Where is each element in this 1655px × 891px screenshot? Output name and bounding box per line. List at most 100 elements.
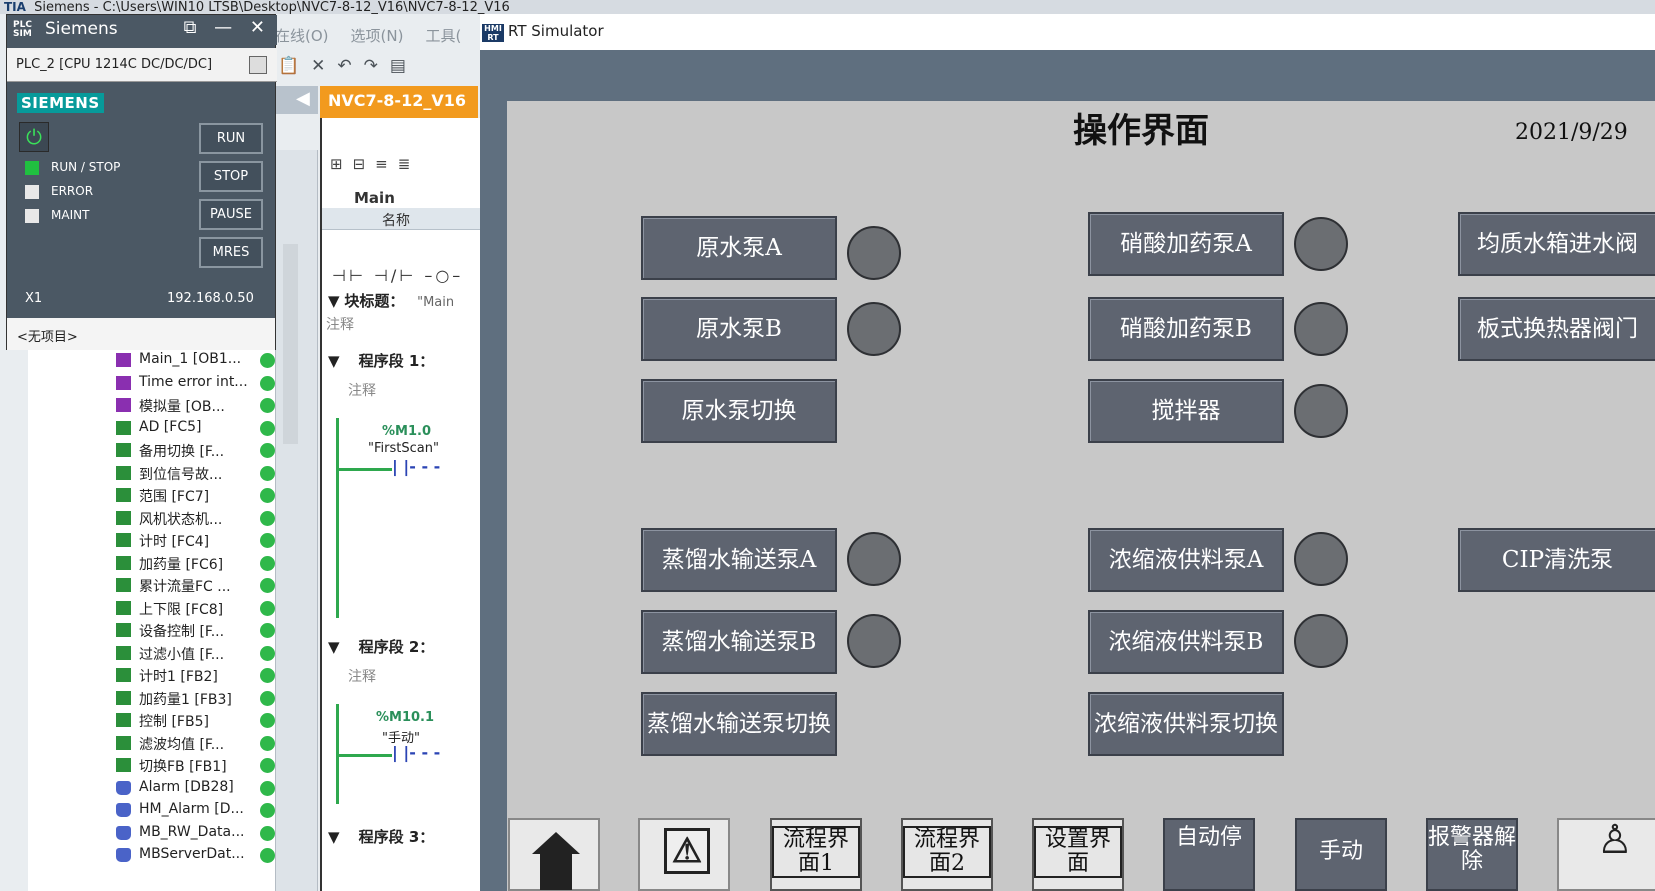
tree-item[interactable]: MBServerDat... — [28, 845, 276, 868]
flow-screen-2-button[interactable]: 流程界面2 — [901, 818, 993, 891]
manual-button[interactable]: 手动 — [1295, 818, 1387, 891]
tree-item[interactable]: Time error int... — [28, 373, 276, 396]
conc-pump-a-lamp — [1294, 532, 1348, 586]
tree-item[interactable]: 到位信号故... — [28, 463, 276, 486]
pause-button[interactable]: PAUSE — [199, 199, 263, 230]
conc-pump-b-lamp — [1294, 614, 1348, 668]
tree-item[interactable]: HM_Alarm [D... — [28, 800, 276, 823]
run-stop-led — [25, 161, 39, 175]
cip-pump-button[interactable]: CIP清洗泵 — [1458, 528, 1655, 592]
status-ok-icon — [260, 735, 275, 751]
tree-item[interactable]: 计时1 [FB2] — [28, 665, 276, 688]
plate-hx-valve-button[interactable]: 板式换热器阀门 — [1458, 297, 1655, 361]
insert-network-icon[interactable]: ⊞ — [330, 155, 343, 173]
org-block-icon — [116, 353, 131, 367]
tree-item[interactable]: MB_RW_Data... — [28, 823, 276, 846]
power-icon[interactable]: ⏻ — [19, 122, 49, 152]
tia-title-bar: TIA Siemens - C:\Users\WIN10 LTSB\Deskto… — [0, 0, 1655, 14]
auto-stop-button[interactable]: 自动停 — [1163, 818, 1255, 891]
user-button[interactable]: ♙ — [1557, 818, 1655, 891]
distilled-pump-b-button[interactable]: 蒸馏水输送泵B — [641, 610, 837, 674]
distilled-pump-switch-button[interactable]: 蒸馏水输送泵切换 — [641, 692, 837, 756]
tree-item[interactable]: Alarm [DB28] — [28, 778, 276, 801]
tree-item-label: Time error int... — [139, 373, 248, 390]
settings-screen-button[interactable]: 设置界面 — [1032, 818, 1124, 891]
menu-options[interactable]: 选项(N) — [351, 25, 404, 51]
menu-tools[interactable]: 工具( — [425, 25, 461, 51]
tree-item[interactable]: 累计流量FC ... — [28, 575, 276, 598]
chevron-left-icon[interactable]: ◀ — [296, 88, 310, 109]
tree-item[interactable]: 设备控制 [F... — [28, 620, 276, 643]
plcsim-device-row: PLC_2 [CPU 1214C DC/DC/DC] — [7, 48, 277, 82]
tree-item[interactable]: 滤波均值 [F... — [28, 733, 276, 756]
raw-pump-a-button[interactable]: 原水泵A — [641, 216, 837, 280]
interface-label: X1 — [25, 291, 43, 306]
tree-item[interactable]: 加药量1 [FB3] — [28, 688, 276, 711]
network-3-header[interactable]: ▼ 程序段 3： — [328, 826, 434, 847]
tree-item[interactable]: 切换FB [FB1] — [28, 755, 276, 778]
paste-icon[interactable]: 📋 — [278, 56, 299, 84]
alarm-view-button[interactable]: ⚠ — [638, 818, 730, 891]
tree-item[interactable]: 风机状态机... — [28, 508, 276, 531]
tree-item[interactable]: 范围 [FC7] — [28, 485, 276, 508]
conc-pump-a-button[interactable]: 浓缩液供料泵A — [1088, 528, 1284, 592]
tree-item[interactable]: 加药量 [FC6] — [28, 553, 276, 576]
raw-pump-switch-button[interactable]: 原水泵切换 — [641, 379, 837, 443]
status-ok-icon — [260, 533, 275, 548]
alarm-reset-button[interactable]: 报警器解除 — [1426, 818, 1518, 891]
stop-button[interactable]: STOP — [199, 161, 263, 192]
network-2-header[interactable]: ▼ 程序段 2： — [328, 636, 434, 657]
delete-network-icon[interactable]: ⊟ — [353, 155, 366, 173]
window-controls[interactable]: ⧉ — ✕ — [184, 17, 271, 38]
mres-button[interactable]: MRES — [199, 237, 263, 268]
run-button[interactable]: RUN — [199, 123, 263, 154]
conc-pump-switch-button[interactable]: 浓缩液供料泵切换 — [1088, 692, 1284, 756]
tree-item[interactable]: Main_1 [OB1... — [28, 350, 276, 373]
contact-2[interactable]: | |- - - — [392, 743, 440, 762]
collapse-icon[interactable]: ≣ — [398, 155, 411, 173]
tia-window-title: Siemens - C:\Users\WIN10 LTSB\Desktop\NV… — [34, 0, 510, 15]
homogen-valve-button[interactable]: 均质水箱进水阀 — [1458, 212, 1655, 276]
tree-item[interactable]: 备用切换 [F... — [28, 440, 276, 463]
tree-item[interactable]: 上下限 [FC8] — [28, 598, 276, 621]
device-config-icon[interactable] — [249, 56, 267, 74]
network-1-header[interactable]: ▼ 程序段 1： — [328, 350, 434, 371]
tab-project[interactable]: NVC7-8-12_V16 — [320, 86, 478, 118]
function-block-icon — [116, 510, 131, 525]
undo-icon[interactable]: ↶ — [337, 56, 351, 84]
ladder-elements-bar[interactable]: ⊣⊢ ⊣/⊢ –○– — [332, 266, 463, 285]
tree-item[interactable]: 控制 [FB5] — [28, 710, 276, 733]
network-2-comment[interactable]: 注释 — [348, 666, 376, 686]
nitric-pump-a-button[interactable]: 硝酸加药泵A — [1088, 212, 1284, 276]
function-block-icon — [116, 623, 131, 637]
expand-icon[interactable]: ≡ — [375, 155, 388, 173]
tree-scrollbar[interactable] — [283, 244, 298, 444]
warning-icon: ⚠ — [664, 828, 710, 874]
conc-pump-b-button[interactable]: 浓缩液供料泵B — [1088, 610, 1284, 674]
function-block-icon — [116, 533, 131, 547]
block-comment[interactable]: 注释 — [326, 314, 354, 334]
menu-online[interactable]: 在线(O) — [275, 25, 329, 51]
compile-icon[interactable]: ▤ — [390, 56, 406, 84]
flow-screen-1-button[interactable]: 流程界面1 — [770, 818, 862, 891]
function-block-icon — [116, 668, 131, 682]
contact-2-address: %M10.1 — [376, 710, 435, 725]
raw-pump-b-button[interactable]: 原水泵B — [641, 297, 837, 361]
function-block-icon — [116, 443, 131, 457]
nitric-pump-b-button[interactable]: 硝酸加药泵B — [1088, 297, 1284, 361]
tree-item[interactable]: AD [FC5] — [28, 418, 276, 441]
contact-1[interactable]: | |- - - — [392, 457, 440, 476]
tree-item[interactable]: 过滤小值 [F... — [28, 643, 276, 666]
distilled-pump-a-button[interactable]: 蒸馏水输送泵A — [641, 528, 837, 592]
status-ok-icon — [260, 623, 275, 638]
network-1-comment[interactable]: 注释 — [348, 380, 376, 400]
mixer-button[interactable]: 搅拌器 — [1088, 379, 1284, 443]
tree-item[interactable]: 模拟量 [OB... — [28, 395, 276, 418]
plcsim-project-bar[interactable]: <无项目> — [7, 318, 275, 350]
block-title-row[interactable]: ▼ 块标题： "Main — [328, 290, 454, 311]
home-button[interactable] — [508, 818, 600, 891]
tree-item[interactable]: 计时 [FC4] — [28, 530, 276, 553]
delete-icon[interactable]: ✕ — [311, 56, 325, 84]
data-block-icon — [116, 803, 131, 817]
redo-icon[interactable]: ↷ — [364, 56, 378, 84]
